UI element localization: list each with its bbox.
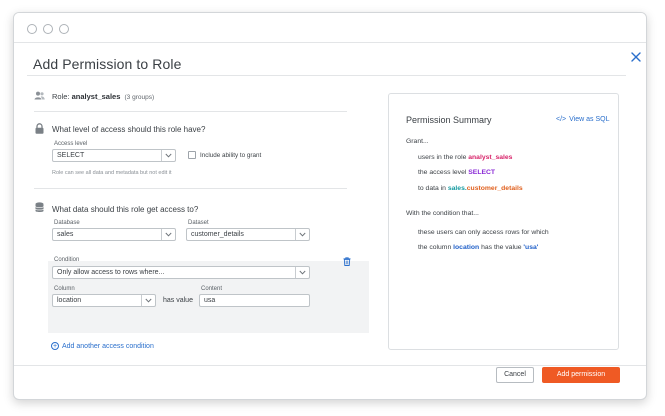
summary-access-value: SELECT <box>468 169 496 176</box>
access-level-value: SELECT <box>57 152 85 159</box>
window-maximize-dot[interactable] <box>59 24 69 34</box>
summary-grant-label: Grant... <box>406 138 429 145</box>
trash-icon[interactable] <box>343 257 351 266</box>
condition-label: Condition <box>54 257 80 263</box>
summary-data-line: to data in sales.customer_details <box>418 185 523 192</box>
cancel-button[interactable]: Cancel <box>496 367 534 383</box>
chevron-down-icon <box>145 298 152 303</box>
database-label: Database <box>54 220 80 226</box>
summary-role-prefix: users in the role <box>418 154 467 161</box>
summary-condition-line: these users can only access rows for whi… <box>418 229 549 236</box>
dataset-value: customer_details <box>191 231 244 238</box>
role-info: Role: analyst_sales (3 groups) <box>52 92 154 101</box>
window-minimize-dot[interactable] <box>43 24 53 34</box>
window-close-dot[interactable] <box>27 24 37 34</box>
column-label: Column <box>54 286 75 292</box>
modal-title: Add Permission to Role <box>33 56 182 72</box>
add-condition-label: Add another access condition <box>62 342 154 350</box>
database-select[interactable]: sales <box>52 228 176 241</box>
data-access-question: What data should this role get access to… <box>52 205 199 214</box>
access-level-label: Access level <box>54 141 88 147</box>
include-grant-checkbox[interactable] <box>188 151 196 159</box>
has-value-text: has value <box>163 297 193 304</box>
plus-circle-icon: + <box>51 342 59 350</box>
summary-has-value-text: has the value <box>481 244 522 251</box>
column-value: location <box>57 297 82 304</box>
app-window: Add Permission to Role Role: analyst_sal… <box>13 12 647 400</box>
content-value: usa <box>204 297 216 304</box>
section-divider <box>34 111 347 112</box>
include-grant-label: Include ability to grant <box>200 152 262 159</box>
users-icon <box>34 91 45 100</box>
dataset-label: Dataset <box>188 220 209 226</box>
code-icon: </> <box>556 116 567 123</box>
role-name: analyst_sales <box>71 92 121 101</box>
chevron-down-icon <box>299 270 306 275</box>
column-select[interactable]: location <box>52 294 156 307</box>
content-input[interactable]: usa <box>199 294 310 307</box>
summary-dataset-value: customer_details <box>466 185 523 192</box>
summary-data-prefix: to data in <box>418 185 446 192</box>
condition-select[interactable]: Only allow access to rows where... <box>52 266 310 279</box>
add-permission-button[interactable]: Add permission <box>542 367 620 383</box>
summary-column-value: location <box>453 244 480 251</box>
access-level-hint: Role can see all data and metadata but n… <box>52 170 172 176</box>
summary-role-value: analyst_sales <box>468 154 513 161</box>
title-divider <box>27 75 626 76</box>
section-divider <box>34 188 347 189</box>
access-level-question: What level of access should this role ha… <box>52 125 206 134</box>
summary-role-line: users in the role analyst_sales <box>418 154 512 161</box>
chevron-down-icon <box>165 153 172 158</box>
view-as-sql-link[interactable]: </> View as SQL <box>556 116 609 123</box>
permission-summary-panel: Permission Summary </> View as SQL Grant.… <box>388 93 619 350</box>
condition-value: Only allow access to rows where... <box>57 269 165 276</box>
chevron-down-icon <box>165 232 172 237</box>
role-prefix: Role: <box>52 92 70 101</box>
summary-column-prefix: the column <box>418 244 452 251</box>
summary-condition-intro: With the condition that... <box>406 210 479 217</box>
view-as-sql-label: View as SQL <box>569 116 610 123</box>
summary-database-value: sales <box>447 185 465 192</box>
close-icon[interactable] <box>630 51 642 63</box>
summary-title: Permission Summary <box>406 115 492 125</box>
dataset-select[interactable]: customer_details <box>186 228 310 241</box>
access-level-select[interactable]: SELECT <box>52 149 176 162</box>
footer-divider <box>14 365 646 366</box>
role-groups-count: (3 groups) <box>124 94 155 101</box>
summary-access-prefix: the access level <box>418 169 467 176</box>
summary-access-line: the access level SELECT <box>418 169 495 176</box>
chevron-down-icon <box>299 232 306 237</box>
add-condition-link[interactable]: + Add another access condition <box>51 342 154 350</box>
lock-icon <box>35 123 44 134</box>
database-icon <box>35 202 44 212</box>
window-titlebar <box>14 13 646 43</box>
content-label: Content <box>201 286 223 292</box>
summary-column-line: the column location has the value 'usa' <box>418 244 538 251</box>
summary-content-value: 'usa' <box>523 244 539 251</box>
database-value: sales <box>57 231 74 238</box>
